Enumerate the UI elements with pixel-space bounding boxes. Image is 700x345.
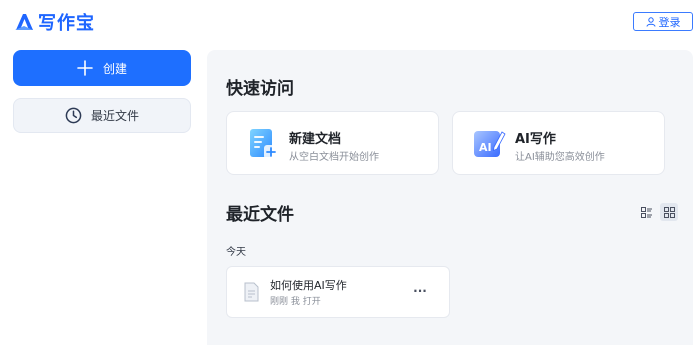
more-icon[interactable]: ··· [412,283,428,299]
card-title: 新建文档 [289,132,342,147]
plus-icon [77,60,93,76]
new-document-card[interactable]: 新建文档 从空白文档开始创作 [226,111,439,175]
recent-files-title: 最近文件 [226,205,294,225]
login-button[interactable]: 登录 [633,12,693,31]
new-document-icon [250,129,278,159]
list-view-button[interactable] [637,203,655,221]
document-icon [244,282,259,302]
svg-text:AI: AI [479,141,492,154]
clock-icon [65,107,82,124]
top-bar: 写作宝 登录 [0,0,700,42]
file-name: 如何使用AI写作 [270,279,347,292]
group-label-today: 今天 [226,247,246,258]
ai-writing-card[interactable]: AI AI写作 让AI辅助您高效创作 [452,111,665,175]
create-label: 创建 [102,61,127,76]
grid-view-icon [663,206,675,218]
logo-icon [15,14,33,30]
sidebar-item-label: 最近文件 [90,109,139,123]
login-label: 登录 [658,15,681,29]
file-meta: 刚刚 我 打开 [270,297,321,307]
main-panel: 快速访问 新建文档 从空白文档开始创作 AI AI写作 让AI辅助您高效创作 最… [207,50,693,345]
create-button[interactable]: 创建 [13,50,191,86]
ai-pen-icon: AI [474,131,506,157]
card-subtitle: 让AI辅助您高效创作 [515,152,605,163]
list-view-icon [640,206,652,218]
user-icon [646,16,655,27]
grid-view-button[interactable] [660,203,678,221]
app-logo[interactable]: 写作宝 [13,9,95,35]
card-title: AI写作 [515,132,556,147]
recent-file-card[interactable]: 如何使用AI写作 刚刚 我 打开 ··· [226,266,450,318]
sidebar-item-recent-files[interactable]: 最近文件 [13,98,191,133]
app-name: 写作宝 [38,13,95,34]
card-subtitle: 从空白文档开始创作 [289,152,379,163]
quick-access-title: 快速访问 [226,79,294,99]
